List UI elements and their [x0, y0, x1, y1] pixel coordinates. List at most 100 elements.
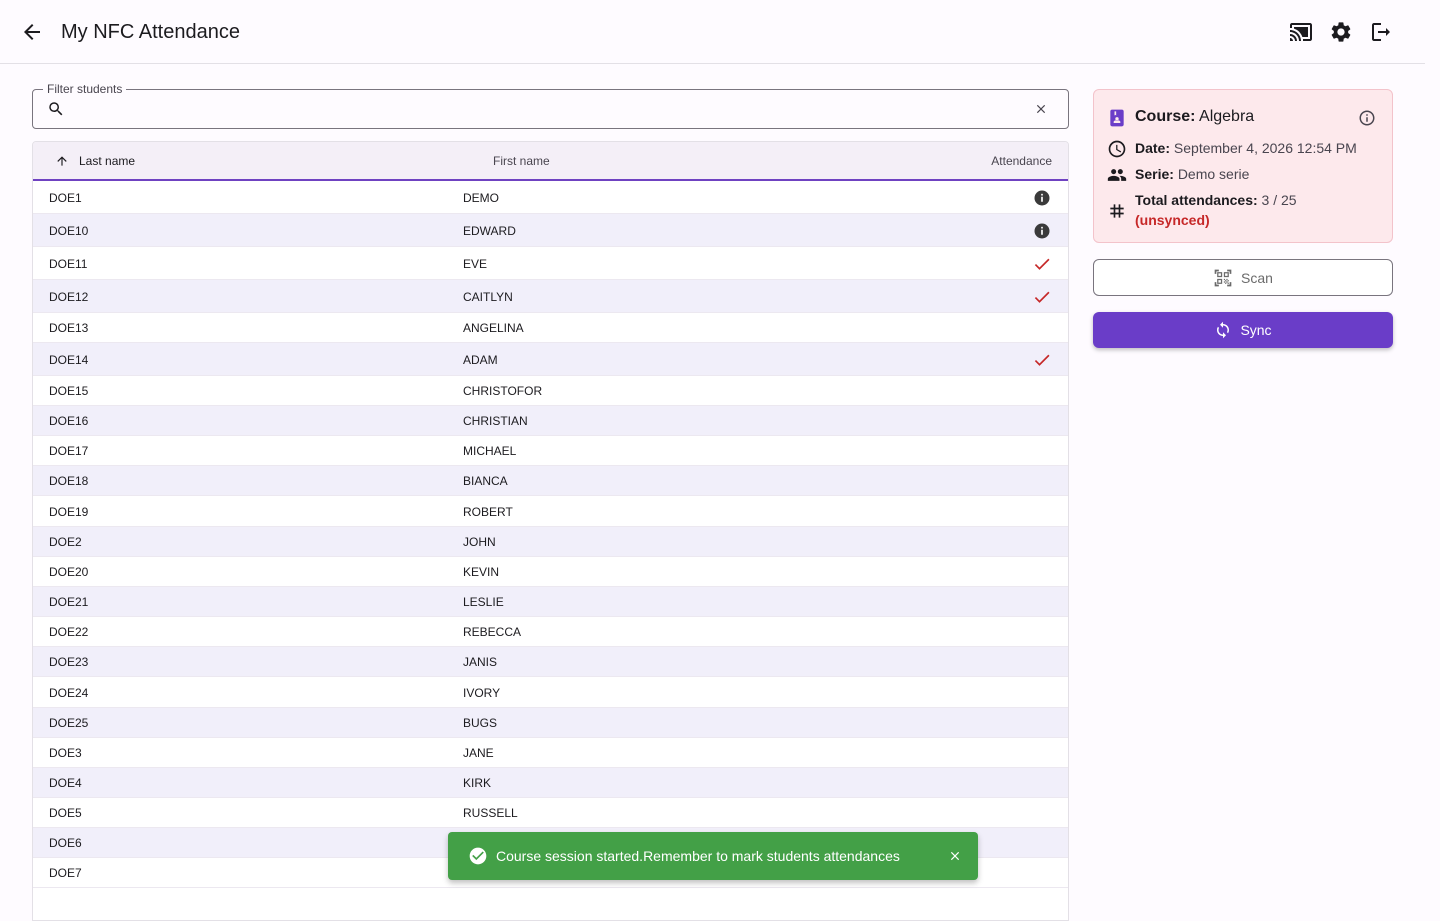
arrow-up-icon — [57, 156, 67, 166]
cell-first-name: JOHN — [463, 535, 496, 549]
cell-last-name: DOE19 — [49, 505, 89, 519]
info-icon[interactable] — [1032, 188, 1052, 208]
cast-icon[interactable] — [1289, 20, 1313, 44]
settings-icon[interactable] — [1329, 20, 1353, 44]
table-row[interactable]: DOE24 IVORY — [33, 677, 1068, 708]
search-icon — [49, 102, 63, 116]
cell-first-name: CAITLYN — [463, 290, 513, 304]
cell-last-name: DOE13 — [49, 321, 89, 335]
students-table: Last name First name Attendance DOE1 DEMO… — [32, 141, 1069, 921]
table-row[interactable]: DOE13 ANGELINA — [33, 313, 1068, 343]
table-row[interactable]: DOE15 CHRISTOFOR — [33, 376, 1068, 406]
filter-label: Filter students — [43, 82, 127, 96]
cell-last-name: DOE7 — [49, 866, 82, 880]
total-value: 3 / 25 — [1261, 192, 1297, 208]
cell-first-name: ANGELINA — [463, 321, 524, 335]
search-input[interactable] — [75, 96, 1015, 124]
total-label: Total attendances: — [1135, 192, 1258, 208]
cell-last-name: DOE5 — [49, 806, 82, 820]
attendance-empty — [1032, 562, 1052, 582]
table-row[interactable]: DOE22 REBECCA — [33, 617, 1068, 647]
cell-last-name: DOE4 — [49, 776, 82, 790]
date-label: Date: — [1135, 140, 1171, 156]
table-row[interactable]: DOE4 KIRK — [33, 768, 1068, 798]
table-row[interactable]: DOE14 ADAM — [33, 343, 1068, 376]
date-value: September 4, 2026 12:54 PM — [1173, 140, 1357, 156]
close-icon[interactable] — [1034, 102, 1048, 116]
cell-first-name: BUGS — [463, 716, 498, 730]
cell-last-name: DOE10 — [49, 224, 89, 238]
cell-last-name: DOE12 — [49, 290, 89, 304]
attendance-empty — [1032, 683, 1052, 703]
sync-button[interactable]: Sync — [1093, 312, 1393, 348]
table-row[interactable]: DOE17 MICHAEL — [33, 436, 1068, 466]
table-row[interactable]: DOE3 JANE — [33, 738, 1068, 768]
course-label: Course: — [1135, 108, 1196, 125]
course-line: Course: Algebra — [1135, 107, 1254, 127]
attendance-empty — [1032, 773, 1052, 793]
attendance-empty — [1032, 532, 1052, 552]
table-row[interactable]: DOE20 KEVIN — [33, 557, 1068, 587]
table-row[interactable]: DOE10 EDWARD — [33, 214, 1068, 247]
sort-last-name-header[interactable]: Last name — [55, 154, 135, 168]
hash-icon — [1110, 204, 1124, 218]
close-icon[interactable] — [948, 849, 962, 863]
table-row[interactable]: DOE23 JANIS — [33, 647, 1068, 677]
date-line: Date: September 4, 2026 12:54 PM — [1135, 138, 1357, 158]
info-icon[interactable] — [1032, 221, 1052, 241]
cell-last-name: DOE11 — [49, 257, 88, 271]
table-row[interactable]: DOE11 EVE — [33, 247, 1068, 280]
cell-first-name: MICHAEL — [463, 444, 517, 458]
page-title: My NFC Attendance — [61, 21, 240, 43]
check-circle-icon — [469, 847, 487, 865]
table-row[interactable]: DOE12 CAITLYN — [33, 280, 1068, 313]
attendance-empty — [1032, 318, 1052, 338]
cell-first-name: IVORY — [463, 686, 501, 700]
cell-first-name: BIANCA — [463, 474, 508, 488]
column-header-last-name: Last name — [79, 154, 136, 168]
table-row[interactable]: DOE21 LESLIE — [33, 587, 1068, 617]
course-badge-icon — [1110, 109, 1124, 127]
table-row[interactable]: DOE18 BIANCA — [33, 466, 1068, 496]
cell-last-name: DOE15 — [49, 384, 89, 398]
logout-icon[interactable] — [1369, 20, 1393, 44]
app-bar: My NFC Attendance — [0, 0, 1425, 64]
check-icon — [1032, 254, 1052, 274]
info-outline-icon[interactable] — [1358, 109, 1376, 127]
attendance-empty — [1032, 622, 1052, 642]
scan-button[interactable]: Scan — [1093, 259, 1393, 296]
table-row[interactable]: DOE19 ROBERT — [33, 496, 1068, 527]
cell-first-name: REBECCA — [463, 625, 522, 639]
attendance-empty — [1032, 713, 1052, 733]
cell-last-name: DOE2 — [49, 535, 82, 549]
check-icon — [1032, 350, 1052, 370]
attendance-empty — [1032, 833, 1052, 853]
course-info-card: Course: Algebra Date: September 4, 2026 … — [1093, 89, 1393, 243]
table-row[interactable]: DOE16 CHRISTIAN — [33, 406, 1068, 436]
attendance-empty — [1032, 381, 1052, 401]
table-row[interactable]: DOE5 RUSSELL — [33, 798, 1068, 828]
cell-first-name: JANIS — [463, 655, 498, 669]
serie-value: Demo serie — [1177, 166, 1250, 182]
sync-icon — [1217, 321, 1230, 339]
attendance-empty — [1032, 441, 1052, 461]
app-bar-actions — [1289, 20, 1393, 44]
column-header-first-name[interactable]: First name — [493, 154, 550, 168]
table-row[interactable]: DOE25 BUGS — [33, 708, 1068, 738]
cell-last-name: DOE25 — [49, 716, 89, 730]
cell-first-name: ROBERT — [463, 505, 513, 519]
snackbar: Course session started.Remember to mark … — [448, 832, 978, 880]
back-arrow-icon[interactable] — [20, 20, 44, 44]
cell-first-name: ADAM — [463, 353, 498, 367]
cell-first-name: KEVIN — [463, 565, 500, 579]
table-row[interactable]: DOE1 DEMO — [33, 181, 1068, 214]
clock-icon — [1108, 140, 1126, 158]
table-row[interactable]: DOE2 JOHN — [33, 527, 1068, 557]
course-value: Algebra — [1199, 108, 1255, 125]
cell-last-name: DOE21 — [49, 595, 89, 609]
column-header-attendance[interactable]: Attendance — [991, 154, 1052, 168]
filter-students-field[interactable]: Filter students — [32, 82, 1069, 129]
attendance-empty — [1032, 803, 1052, 823]
cell-last-name: DOE17 — [49, 444, 89, 458]
cell-last-name: DOE6 — [49, 836, 82, 850]
